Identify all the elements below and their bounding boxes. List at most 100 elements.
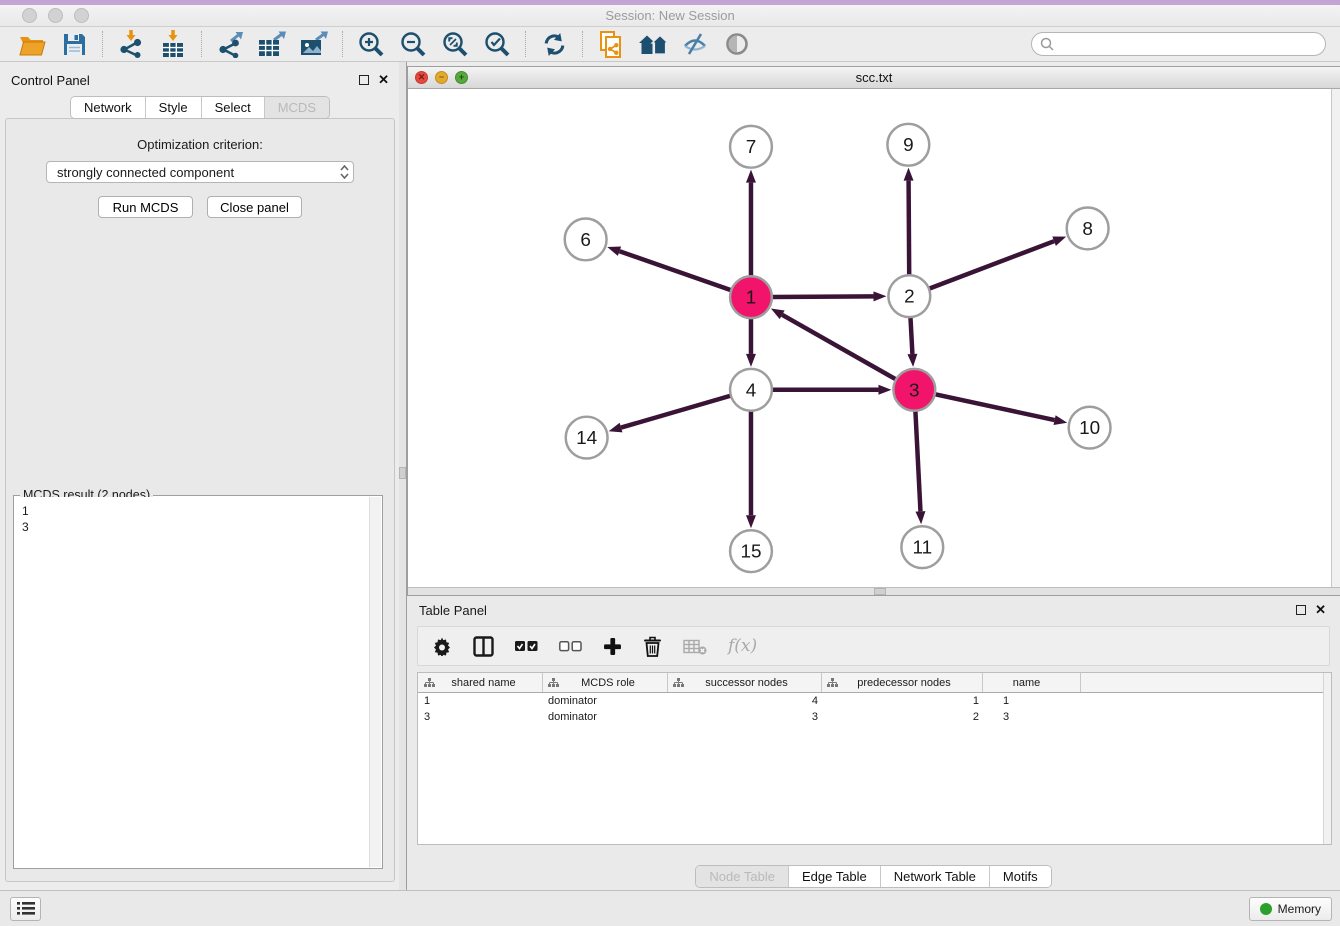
graph-edge-4-14[interactable] xyxy=(621,396,731,428)
columns-icon[interactable] xyxy=(473,631,494,661)
graph-edge-3-10[interactable] xyxy=(935,394,1055,420)
import-network-icon[interactable] xyxy=(113,29,149,59)
graph-edge-2-3[interactable] xyxy=(910,317,912,354)
import-table-icon[interactable] xyxy=(155,29,191,59)
delete-icon[interactable] xyxy=(643,631,662,661)
graph-edge-arrowhead xyxy=(746,515,756,528)
open-session-icon[interactable] xyxy=(14,29,50,59)
column-header-predecessor-nodes[interactable]: predecessor nodes xyxy=(822,673,983,692)
run-mcds-button[interactable]: Run MCDS xyxy=(98,196,193,218)
graph-node-14[interactable]: 14 xyxy=(566,417,608,459)
graph-node-3[interactable]: 3 xyxy=(893,369,935,411)
table-panel-title: Table Panel xyxy=(419,603,487,618)
graph-edge-3-1[interactable] xyxy=(782,315,896,380)
graph-edge-2-8[interactable] xyxy=(929,241,1054,289)
refresh-icon[interactable] xyxy=(536,29,572,59)
graph-node-label: 11 xyxy=(912,538,932,559)
tab-node-table[interactable]: Node Table xyxy=(696,866,789,887)
cell-predecessor-nodes: 2 xyxy=(822,711,983,723)
graph-node-7[interactable]: 7 xyxy=(730,126,772,168)
graph-node-4[interactable]: 4 xyxy=(730,369,772,411)
save-session-icon[interactable] xyxy=(56,29,92,59)
column-header-mcds-role[interactable]: MCDS role xyxy=(543,673,668,692)
zoom-fit-icon[interactable] xyxy=(437,29,473,59)
graph-node-15[interactable]: 15 xyxy=(730,530,772,572)
close-table-panel-icon[interactable]: ✕ xyxy=(1315,605,1326,615)
tab-network-table[interactable]: Network Table xyxy=(881,866,990,887)
close-window-icon[interactable] xyxy=(22,8,37,23)
graph-edge-1-6[interactable] xyxy=(619,251,731,290)
column-header-shared-name[interactable]: shared name xyxy=(418,673,543,692)
application-window: Session: New Session xyxy=(0,0,1340,926)
search-field[interactable] xyxy=(1031,32,1326,56)
graph-node-10[interactable]: 10 xyxy=(1069,407,1111,449)
style-preview-icon[interactable] xyxy=(677,29,713,59)
network-view-window: ✕ − + scc.txt 7 9 6 8 1 2 4 3 14 10 15 11 xyxy=(407,66,1340,596)
network-resize-grip[interactable] xyxy=(874,588,886,595)
minimize-window-icon[interactable] xyxy=(48,8,63,23)
close-panel-button[interactable]: Close panel xyxy=(207,196,302,218)
window-title: Session: New Session xyxy=(605,8,734,23)
zoom-in-icon[interactable] xyxy=(353,29,389,59)
search-icon xyxy=(1040,37,1054,51)
memory-status-icon xyxy=(1260,903,1272,915)
export-image-icon[interactable] xyxy=(296,29,332,59)
criterion-select[interactable]: strongly connected component xyxy=(46,161,354,183)
export-table-icon[interactable] xyxy=(254,29,290,59)
hide-show-icon[interactable] xyxy=(719,29,755,59)
memory-button[interactable]: Memory xyxy=(1249,897,1332,921)
graph-node-2[interactable]: 2 xyxy=(888,275,930,317)
panel-split-divider[interactable] xyxy=(399,62,407,890)
mcds-result-scrollbar[interactable] xyxy=(369,497,381,867)
tab-network[interactable]: Network xyxy=(71,97,146,118)
column-header-successor-nodes[interactable]: successor nodes xyxy=(668,673,822,692)
search-input[interactable] xyxy=(1058,37,1317,51)
network-window-title: scc.txt xyxy=(856,70,893,85)
mcds-tab-content: Optimization criterion: strongly connect… xyxy=(5,118,395,882)
divider-grip[interactable] xyxy=(399,467,406,479)
tab-motifs[interactable]: Motifs xyxy=(990,866,1051,887)
graph-node-11[interactable]: 11 xyxy=(901,526,943,568)
memory-label: Memory xyxy=(1278,902,1321,916)
export-network-icon[interactable] xyxy=(212,29,248,59)
graph-edge-arrowhead xyxy=(916,511,926,524)
table-row[interactable]: 3 dominator 3 2 3 xyxy=(418,709,1331,725)
tab-style[interactable]: Style xyxy=(146,97,202,118)
float-table-panel-icon[interactable] xyxy=(1296,605,1306,615)
graph-edge-2-9[interactable] xyxy=(909,181,910,276)
network-window-titlebar[interactable]: ✕ − + scc.txt xyxy=(408,67,1340,89)
cell-successor-nodes: 4 xyxy=(668,695,822,707)
network-close-icon[interactable]: ✕ xyxy=(415,71,428,84)
tab-mcds[interactable]: MCDS xyxy=(265,97,329,118)
select-all-checkboxes-icon[interactable] xyxy=(515,631,538,661)
graph-node-9[interactable]: 9 xyxy=(887,124,929,166)
graph-node-8[interactable]: 8 xyxy=(1067,208,1109,250)
network-minimize-icon[interactable]: − xyxy=(435,71,448,84)
table-row[interactable]: 1 dominator 4 1 1 xyxy=(418,693,1331,709)
table-options-icon[interactable] xyxy=(432,631,452,661)
home-icon[interactable] xyxy=(635,29,671,59)
network-canvas[interactable]: 7 9 6 8 1 2 4 3 14 10 15 11 xyxy=(408,89,1331,587)
graph-node-1[interactable]: 1 xyxy=(730,276,772,318)
graph-edge-3-11[interactable] xyxy=(915,411,920,512)
tab-select[interactable]: Select xyxy=(202,97,265,118)
close-panel-icon[interactable]: ✕ xyxy=(378,75,389,85)
column-header-name[interactable]: name xyxy=(983,673,1081,692)
delete-column-icon[interactable] xyxy=(683,631,707,661)
zoom-selected-icon[interactable] xyxy=(479,29,515,59)
add-icon[interactable] xyxy=(603,631,622,661)
graph-node-6[interactable]: 6 xyxy=(565,218,607,260)
network-vertical-scrollbar[interactable] xyxy=(1331,89,1340,587)
clone-network-icon[interactable] xyxy=(593,29,629,59)
float-panel-icon[interactable] xyxy=(359,75,369,85)
clear-checkboxes-icon[interactable] xyxy=(559,631,582,661)
table-vertical-scrollbar[interactable] xyxy=(1323,673,1331,844)
zoom-out-icon[interactable] xyxy=(395,29,431,59)
zoom-window-icon[interactable] xyxy=(74,8,89,23)
function-builder-icon[interactable]: f(x) xyxy=(728,631,757,661)
task-history-button[interactable] xyxy=(10,897,41,921)
graph-edge-1-2[interactable] xyxy=(772,296,874,297)
network-maximize-icon[interactable]: + xyxy=(455,71,468,84)
mcds-result-list[interactable]: 1 3 xyxy=(15,497,369,867)
tab-edge-table[interactable]: Edge Table xyxy=(789,866,881,887)
